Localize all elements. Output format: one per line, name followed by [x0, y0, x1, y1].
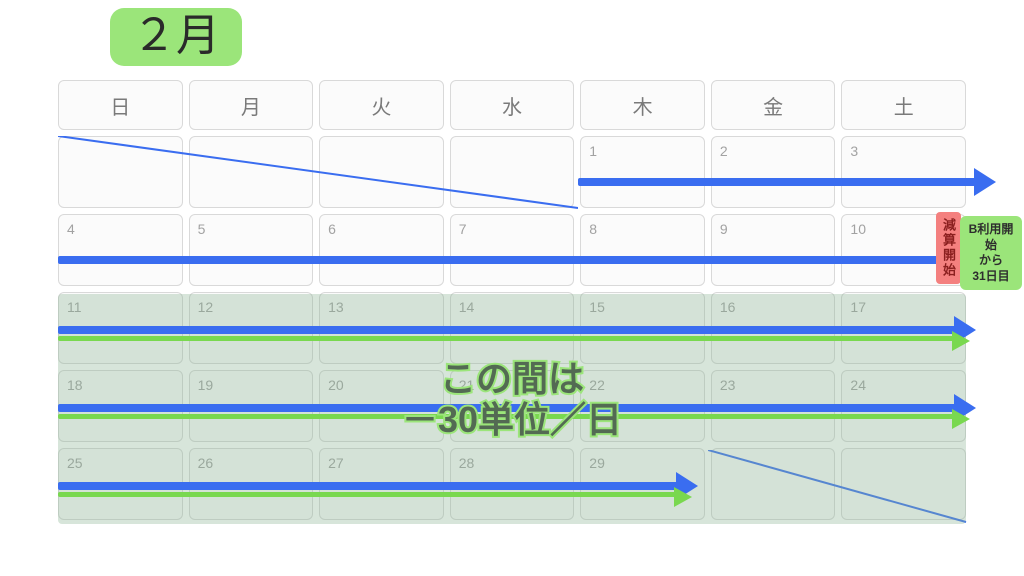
day-cell: 4 — [58, 214, 183, 286]
table-row: 18 19 20 21 22 23 24 — [58, 370, 966, 442]
day-cell: 8 — [580, 214, 705, 286]
day-cell: 23 — [711, 370, 836, 442]
calendar-body: 1 2 3 4 5 6 7 8 9 10 11 12 13 14 15 16 1… — [58, 136, 966, 520]
day-cell: 3 — [841, 136, 966, 208]
day-cell: 27 — [319, 448, 444, 520]
day-cell: 26 — [189, 448, 314, 520]
day-cell: 14 — [450, 292, 575, 364]
dow-sun: 日 — [58, 80, 183, 130]
side-badge-l2: から — [966, 253, 1016, 269]
day-cell: 21 — [450, 370, 575, 442]
day-cell: 11 — [58, 292, 183, 364]
day-cell — [319, 136, 444, 208]
table-row: 25 26 27 28 29 — [58, 448, 966, 520]
day-cell: 25 — [58, 448, 183, 520]
table-row: 11 12 13 14 15 16 17 — [58, 292, 966, 364]
dow-tue: 火 — [319, 80, 444, 130]
side-badge-l1: B利用開始 — [966, 222, 1016, 253]
day-cell: 9 — [711, 214, 836, 286]
table-row: 1 2 3 — [58, 136, 966, 208]
day-cell: 17 — [841, 292, 966, 364]
day-cell: 29 — [580, 448, 705, 520]
day-cell — [841, 448, 966, 520]
day-cell: 12 — [189, 292, 314, 364]
day-cell — [711, 448, 836, 520]
day-cell: 15 — [580, 292, 705, 364]
dow-wed: 水 — [450, 80, 575, 130]
calendar-header-row: 日 月 火 水 木 金 土 — [58, 80, 966, 130]
calendar: 日 月 火 水 木 金 土 1 2 3 4 5 6 7 8 9 10 11 12 — [58, 80, 966, 520]
day-cell: 16 — [711, 292, 836, 364]
day-cell: 24 — [841, 370, 966, 442]
reduction-start-label: 減算開始 — [936, 212, 961, 284]
day-cell: 5 — [189, 214, 314, 286]
month-badge: ２月 — [110, 8, 242, 66]
table-row: 4 5 6 7 8 9 10 — [58, 214, 966, 286]
day-cell: 18 — [58, 370, 183, 442]
day-cell: 20 — [319, 370, 444, 442]
day-cell: 1 — [580, 136, 705, 208]
day-cell: 7 — [450, 214, 575, 286]
day-cell: 13 — [319, 292, 444, 364]
side-badge-l3: 31日目 — [966, 269, 1016, 285]
dow-thu: 木 — [580, 80, 705, 130]
day-cell: 28 — [450, 448, 575, 520]
day-cell — [58, 136, 183, 208]
day-cell: 6 — [319, 214, 444, 286]
dow-sat: 土 — [841, 80, 966, 130]
day-cell: 22 — [580, 370, 705, 442]
dow-fri: 金 — [711, 80, 836, 130]
day-cell — [450, 136, 575, 208]
day-cell: 2 — [711, 136, 836, 208]
day-cell — [189, 136, 314, 208]
b-usage-day31-badge: B利用開始 から 31日目 — [960, 216, 1022, 290]
day-cell: 19 — [189, 370, 314, 442]
dow-mon: 月 — [189, 80, 314, 130]
